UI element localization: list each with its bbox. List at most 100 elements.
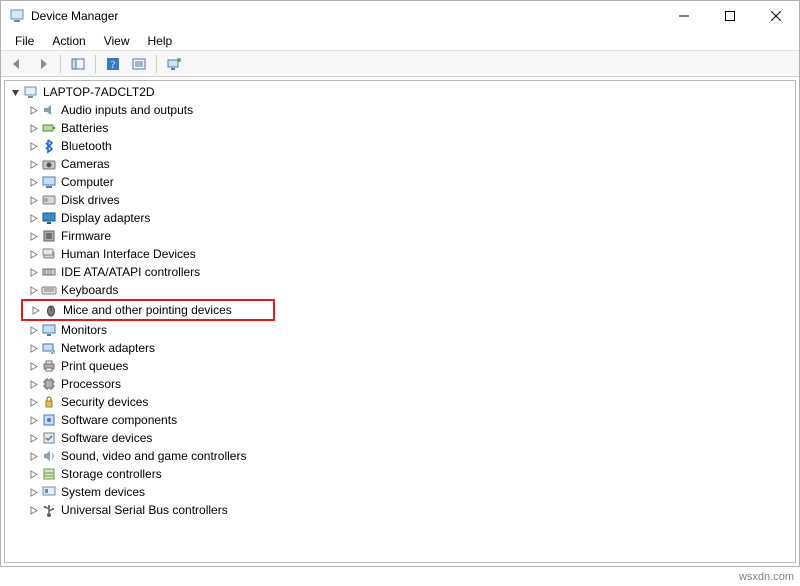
monitor-icon [41, 322, 57, 338]
chevron-right-icon[interactable] [27, 398, 39, 407]
toolbar-forward-button[interactable] [31, 53, 55, 75]
computer-icon [41, 174, 57, 190]
tree-category-label: Print queues [61, 359, 128, 373]
chevron-down-icon[interactable] [9, 88, 21, 97]
tree-category-label: Keyboards [61, 283, 118, 297]
menu-action[interactable]: Action [44, 32, 93, 50]
swdev-icon [41, 430, 57, 446]
tree-category-label: Storage controllers [61, 467, 162, 481]
audio-icon [41, 102, 57, 118]
tree-category[interactable]: Processors [5, 375, 795, 393]
battery-icon [41, 120, 57, 136]
chevron-right-icon[interactable] [27, 232, 39, 241]
toolbar-help-button[interactable]: ? [101, 53, 125, 75]
tree-root-label: LAPTOP-7ADCLT2D [43, 85, 155, 99]
tree-category-label: Human Interface Devices [61, 247, 196, 261]
tree-category[interactable]: Universal Serial Bus controllers [5, 501, 795, 519]
menu-file[interactable]: File [7, 32, 42, 50]
chevron-right-icon[interactable] [27, 106, 39, 115]
display-icon [41, 210, 57, 226]
chevron-right-icon[interactable] [27, 268, 39, 277]
chevron-right-icon[interactable] [27, 470, 39, 479]
chevron-right-icon[interactable] [27, 362, 39, 371]
tree-category[interactable]: Computer [5, 173, 795, 191]
tree-category-label: Cameras [61, 157, 110, 171]
toolbar-separator [95, 55, 96, 73]
storage-icon [41, 466, 57, 482]
menu-view[interactable]: View [96, 32, 138, 50]
tree-category[interactable]: Sound, video and game controllers [5, 447, 795, 465]
tree-category[interactable]: Bluetooth [5, 137, 795, 155]
sound-icon [41, 448, 57, 464]
tree-category[interactable]: Human Interface Devices [5, 245, 795, 263]
tree-category[interactable]: Keyboards [5, 281, 795, 299]
chevron-right-icon[interactable] [27, 488, 39, 497]
chevron-right-icon[interactable] [27, 380, 39, 389]
toolbar-back-button[interactable] [5, 53, 29, 75]
network-icon [41, 340, 57, 356]
tree-category[interactable]: Cameras [5, 155, 795, 173]
tree-category-label: Disk drives [61, 193, 120, 207]
tree-root[interactable]: LAPTOP-7ADCLT2D [5, 83, 795, 101]
tree-category[interactable]: Monitors [5, 321, 795, 339]
chevron-right-icon[interactable] [27, 286, 39, 295]
tree-category-label: IDE ATA/ATAPI controllers [61, 265, 200, 279]
chevron-right-icon[interactable] [27, 326, 39, 335]
chevron-right-icon[interactable] [29, 306, 41, 315]
chevron-right-icon[interactable] [27, 416, 39, 425]
toolbar-properties-button[interactable] [127, 53, 151, 75]
tree-category[interactable]: Print queues [5, 357, 795, 375]
chevron-right-icon[interactable] [27, 506, 39, 515]
tree-category[interactable]: Display adapters [5, 209, 795, 227]
tree-category[interactable]: Storage controllers [5, 465, 795, 483]
computer-icon [23, 84, 39, 100]
toolbar-scan-button[interactable] [162, 53, 186, 75]
window-buttons [661, 1, 799, 31]
tree-category-label: System devices [61, 485, 145, 499]
watermark: wsxdn.com [739, 571, 794, 583]
tree-category-label: Software components [61, 413, 177, 427]
tree-category[interactable]: Software devices [5, 429, 795, 447]
chevron-right-icon[interactable] [27, 434, 39, 443]
security-icon [41, 394, 57, 410]
menu-help[interactable]: Help [140, 32, 181, 50]
chevron-right-icon[interactable] [27, 196, 39, 205]
tree-category[interactable]: Batteries [5, 119, 795, 137]
tree-category[interactable]: Firmware [5, 227, 795, 245]
tree-category-label: Audio inputs and outputs [61, 103, 193, 117]
hid-icon [41, 246, 57, 262]
swcomp-icon [41, 412, 57, 428]
tree-category[interactable]: Security devices [5, 393, 795, 411]
chevron-right-icon[interactable] [27, 142, 39, 151]
chevron-right-icon[interactable] [27, 250, 39, 259]
tree-category[interactable]: Software components [5, 411, 795, 429]
app-icon [9, 8, 25, 24]
device-tree[interactable]: LAPTOP-7ADCLT2D Audio inputs and outputs… [4, 80, 796, 563]
chevron-right-icon[interactable] [27, 178, 39, 187]
maximize-button[interactable] [707, 1, 753, 31]
tree-category[interactable]: Disk drives [5, 191, 795, 209]
toolbar-show-hide-button[interactable] [66, 53, 90, 75]
mouse-icon [43, 302, 59, 318]
tree-category-label: Software devices [61, 431, 152, 445]
tree-category[interactable]: Audio inputs and outputs [5, 101, 795, 119]
tree-category-label: Network adapters [61, 341, 155, 355]
close-button[interactable] [753, 1, 799, 31]
tree-category-label: Universal Serial Bus controllers [61, 503, 228, 517]
minimize-button[interactable] [661, 1, 707, 31]
tree-category-label: Security devices [61, 395, 148, 409]
device-manager-window: Device Manager File Action View Help [0, 0, 800, 567]
tree-category[interactable]: IDE ATA/ATAPI controllers [5, 263, 795, 281]
tree-category[interactable]: System devices [5, 483, 795, 501]
chevron-right-icon[interactable] [27, 344, 39, 353]
window-title: Device Manager [31, 9, 118, 23]
tree-category[interactable]: Network adapters [5, 339, 795, 357]
chevron-right-icon[interactable] [27, 124, 39, 133]
chevron-right-icon[interactable] [27, 214, 39, 223]
chevron-right-icon[interactable] [27, 160, 39, 169]
cpu-icon [41, 376, 57, 392]
chevron-right-icon[interactable] [27, 452, 39, 461]
keyboard-icon [41, 282, 57, 298]
tree-category-label: Monitors [61, 323, 107, 337]
tree-category[interactable]: Mice and other pointing devices [23, 301, 269, 319]
